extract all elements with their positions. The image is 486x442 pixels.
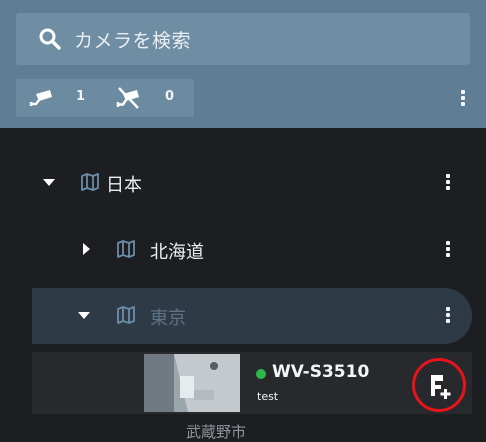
- offline-count: 0: [165, 89, 175, 104]
- tree-item-japan[interactable]: 日本: [0, 155, 486, 211]
- add-file-icon: [431, 375, 451, 399]
- camera-thumbnail[interactable]: [144, 354, 240, 412]
- online-count: 1: [76, 89, 86, 104]
- tree-item-hokkaido[interactable]: 北海道: [0, 222, 486, 278]
- map-icon: [117, 306, 135, 324]
- expand-caret-icon[interactable]: [83, 243, 90, 255]
- camera-online-icon: [29, 90, 52, 106]
- header-panel: カメラを検索 1 0: [0, 0, 486, 128]
- header-more-icon[interactable]: [460, 90, 466, 108]
- camera-offline-icon: [116, 87, 139, 109]
- online-status-dot: [256, 369, 266, 379]
- collapse-caret-icon[interactable]: [78, 312, 90, 319]
- search-placeholder[interactable]: カメラを検索: [74, 26, 191, 53]
- add-to-layout-button[interactable]: [412, 358, 466, 412]
- more-options-icon[interactable]: [445, 174, 451, 192]
- map-icon: [81, 173, 99, 191]
- camera-status-counts: 1 0: [16, 79, 194, 117]
- camera-name: WV-S3510: [272, 362, 370, 382]
- more-options-icon[interactable]: [445, 307, 451, 325]
- camera-search-box[interactable]: カメラを検索: [16, 13, 470, 65]
- search-icon: [39, 28, 61, 50]
- tree-item-tokyo[interactable]: 東京: [32, 288, 472, 344]
- camera-tag: test: [257, 390, 279, 403]
- tree-item-label: 日本: [106, 175, 142, 196]
- expand-caret-icon[interactable]: [43, 179, 55, 186]
- camera-list-item[interactable]: WV-S3510 test: [32, 352, 472, 414]
- tree-item-label: 東京: [150, 308, 186, 329]
- tree-item-label: 北海道: [150, 242, 204, 263]
- more-options-icon[interactable]: [445, 241, 451, 259]
- map-icon: [117, 240, 135, 258]
